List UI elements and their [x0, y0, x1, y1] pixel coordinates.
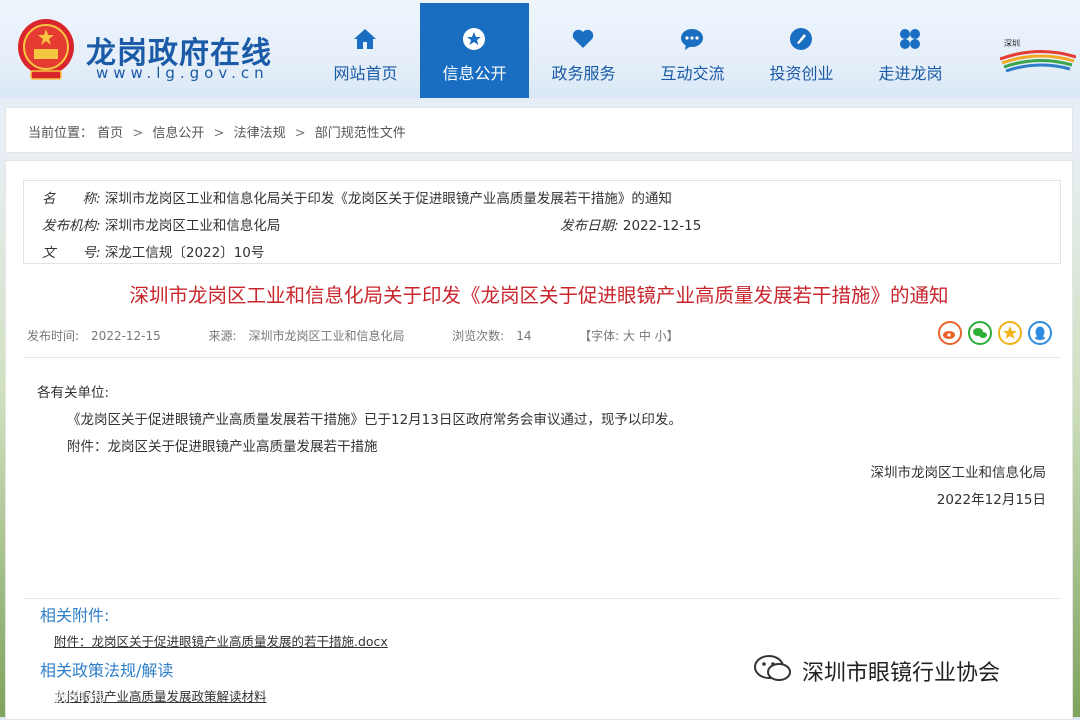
rocket-icon	[790, 28, 812, 50]
shenzhen-logo-icon: 深圳	[999, 38, 1077, 73]
meta-publisher-row: 发布机构: 深圳市龙岗区工业和信息化局	[42, 214, 280, 234]
nav-about-longgang[interactable]: 走进龙岗	[856, 3, 965, 98]
breadcrumb: 当前位置： 首页 > 信息公开 > 法律法规 > 部门规范性文件	[5, 107, 1073, 153]
nav-info-disclosure[interactable]: 信息公开	[420, 3, 529, 98]
main-nav: 网站首页 信息公开 政务服务 互动交流 投资创业 走进龙岗	[311, 3, 965, 98]
attachment-line: 附件：龙岗区关于促进眼镜产业高质量发展若干措施	[67, 439, 378, 455]
nav-gov-services[interactable]: 政务服务	[529, 3, 638, 98]
attachment-download-link[interactable]: 附件：龙岗区关于促进眼镜产业高质量发展的若干措施.docx	[54, 631, 388, 650]
breadcrumb-current[interactable]: 部门规范性文件	[315, 126, 406, 141]
nav-home-label: 网站首页	[333, 64, 398, 83]
meta-date-row: 发布日期: 2022-12-15	[560, 214, 701, 234]
breadcrumb-prefix: 当前位置：	[28, 126, 94, 141]
article-title: 深圳市龙岗区工业和信息化局关于印发《龙岗区关于促进眼镜产业高质量发展若干措施》的…	[129, 284, 949, 307]
nav-home[interactable]: 网站首页	[311, 3, 420, 98]
meta-name-key: 名 称:	[42, 191, 101, 207]
breadcrumb-separator: >	[294, 126, 306, 141]
breadcrumb-separator: >	[213, 126, 225, 141]
shenzhen-gov-logo[interactable]: 深圳	[999, 37, 1077, 75]
nav-services-label: 政务服务	[551, 64, 616, 83]
meta-docno-row: 文 号: 深龙工信规〔2022〕10号	[42, 241, 264, 261]
breadcrumb-home[interactable]: 首页	[97, 126, 123, 141]
meta-name-row: 名 称: 深圳市龙岗区工业和信息化局关于印发《龙岗区关于促进眼镜产业高质量发展若…	[42, 187, 672, 207]
qq-icon	[1035, 326, 1045, 340]
watermark-text: 深圳市眼镜行业协会	[802, 661, 1001, 686]
wechat-watermark-icon	[754, 655, 791, 681]
meta-name-value: 深圳市龙岗区工业和信息化局关于印发《龙岗区关于促进眼镜产业高质量发展若干措施》的…	[104, 191, 672, 207]
heart-icon	[572, 29, 594, 48]
divider	[23, 598, 1061, 599]
breadcrumb-info[interactable]: 信息公开	[152, 126, 204, 141]
wechat-icon	[973, 328, 987, 338]
site-header: 龙岗政府在线 www.lg.gov.cn 网站首页 信息公开 政务服务 互动交流…	[0, 0, 1080, 98]
share-wechat-button[interactable]	[968, 321, 992, 345]
svg-text:深圳: 深圳	[1004, 38, 1020, 48]
sign-date: 2022年12月15日	[936, 492, 1046, 508]
article-source: 来源: 深圳市龙岗区工业和信息化局	[208, 329, 405, 343]
related-policies-title: 相关政策法规/解读	[40, 661, 174, 680]
home-icon	[354, 29, 376, 49]
breadcrumb-separator: >	[132, 126, 144, 141]
nav-about-label: 走进龙岗	[878, 64, 943, 83]
meta-publisher-key: 发布机构:	[42, 218, 101, 234]
publish-time: 发布时间: 2022-12-15	[27, 329, 161, 343]
related-attachments-title: 相关附件:	[40, 606, 110, 625]
chat-bubble-icon	[681, 29, 703, 50]
weibo-icon	[943, 331, 955, 339]
star-badge-icon	[463, 28, 485, 50]
divider	[23, 357, 1061, 358]
view-count: 浏览次数: 14	[452, 329, 532, 343]
nav-investment[interactable]: 投资创业	[747, 3, 856, 98]
meta-docno-key: 文 号:	[42, 245, 101, 261]
content-panel: 名 称: 深圳市龙岗区工业和信息化局关于印发《龙岗区关于促进眼镜产业高质量发展若…	[5, 160, 1073, 720]
meta-date-value: 2022-12-15	[622, 218, 702, 234]
signature: 深圳市龙岗区工业和信息化局	[870, 465, 1047, 481]
nav-investment-label: 投资创业	[769, 64, 834, 83]
meta-publisher-value: 深圳市龙岗区工业和信息化局	[104, 218, 281, 234]
meta-docno-value: 深龙工信规〔2022〕10号	[104, 245, 265, 261]
salutation: 各有关单位:	[37, 385, 110, 401]
national-emblem-icon	[18, 19, 74, 80]
main-paragraph: 《龙岗区关于促进眼镜产业高质量发展若干措施》已于12月13日区政府常务会审议通过…	[67, 412, 682, 428]
site-url: www.lg.gov.cn	[96, 64, 269, 82]
font-size-control[interactable]: 【字体: 大 中 小】	[579, 329, 679, 343]
nav-interaction[interactable]: 互动交流	[638, 3, 747, 98]
share-weibo-button[interactable]	[938, 321, 962, 345]
document-meta-box: 名 称: 深圳市龙岗区工业和信息化局关于印发《龙岗区关于促进眼镜产业高质量发展若…	[23, 180, 1061, 264]
share-favorite-button[interactable]	[998, 321, 1022, 345]
article-info-line: 发布时间: 2022-12-15 来源: 深圳市龙岗区工业和信息化局 浏览次数:…	[27, 327, 679, 344]
nav-interaction-label: 互动交流	[660, 64, 725, 83]
share-qq-button[interactable]	[1028, 321, 1052, 345]
meta-date-key: 发布日期:	[560, 218, 619, 234]
breadcrumb-laws[interactable]: 法律法规	[234, 126, 286, 141]
clover-icon	[900, 29, 920, 49]
favorite-star-icon	[1003, 326, 1017, 339]
nav-info-label: 信息公开	[442, 64, 507, 83]
secondary-watermark: @ 火数时讯	[8, 687, 104, 708]
